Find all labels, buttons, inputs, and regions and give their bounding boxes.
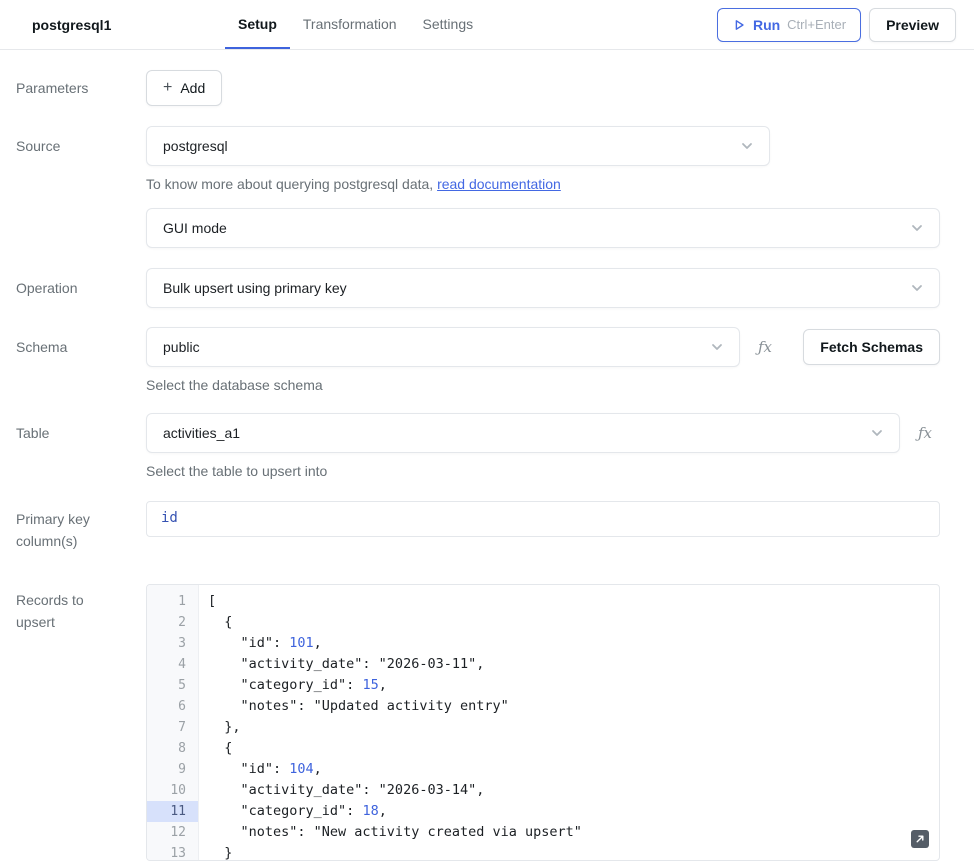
schema-helper-text: Select the database schema — [146, 377, 940, 393]
field-label-operation: Operation — [0, 268, 146, 308]
header-actions: Run Ctrl+Enter Preview — [717, 0, 956, 49]
code-line: "activity_date": "2026-03-11", — [208, 654, 939, 675]
editor-gutter: 12345678910111213 — [147, 585, 199, 860]
schema-select[interactable]: public — [146, 327, 740, 367]
line-number: 13 — [147, 843, 198, 861]
code-line: { — [208, 738, 939, 759]
mode-row-spacer — [0, 208, 146, 248]
code-line: { — [208, 612, 939, 633]
table-helper-text: Select the table to upsert into — [146, 463, 940, 479]
code-line: } — [208, 843, 939, 861]
fx-toggle-icon[interactable]: ƒx — [918, 424, 932, 442]
code-line: "id": 101, — [208, 633, 939, 654]
source-select-value: postgresql — [163, 138, 228, 154]
code-line: "id": 104, — [208, 759, 939, 780]
mode-row: GUI mode — [0, 208, 974, 248]
query-setup-panel: Parameters + Add Source postgresql To kn… — [0, 50, 974, 861]
primary-key-input[interactable]: id — [146, 501, 940, 537]
code-line: "notes": "Updated activity entry" — [208, 696, 939, 717]
parameters-row: Parameters + Add — [0, 70, 974, 106]
fetch-schemas-button[interactable]: Fetch Schemas — [803, 329, 940, 365]
source-select[interactable]: postgresql — [146, 126, 770, 166]
tab-bar: Setup Transformation Settings — [225, 0, 486, 49]
run-shortcut: Ctrl+Enter — [787, 17, 846, 32]
run-button[interactable]: Run Ctrl+Enter — [717, 8, 861, 42]
code-line: }, — [208, 717, 939, 738]
operation-select[interactable]: Bulk upsert using primary key — [146, 268, 940, 308]
field-label-records: Records to upsert — [0, 584, 146, 861]
line-number: 9 — [147, 759, 198, 780]
chevron-down-icon — [909, 220, 925, 236]
line-number: 12 — [147, 822, 198, 843]
editor-code[interactable]: [ { "id": 101, "activity_date": "2026-03… — [199, 585, 939, 860]
code-line: "category_id": 15, — [208, 675, 939, 696]
tab-setup[interactable]: Setup — [225, 0, 290, 49]
line-number: 3 — [147, 633, 198, 654]
line-number: 2 — [147, 612, 198, 633]
chevron-down-icon — [739, 138, 755, 154]
fx-toggle-icon[interactable]: ƒx — [758, 338, 772, 356]
line-number: 4 — [147, 654, 198, 675]
expand-editor-button[interactable] — [911, 830, 929, 848]
mode-select-value: GUI mode — [163, 220, 227, 236]
add-parameter-button[interactable]: + Add — [146, 70, 222, 106]
line-number: 11 — [147, 801, 198, 822]
schema-row: Schema public ƒx Fetch Schemas Select th… — [0, 327, 974, 393]
plus-icon: + — [163, 80, 172, 96]
code-line: "category_id": 18, — [208, 801, 939, 822]
table-select-value: activities_a1 — [163, 425, 240, 441]
operation-row: Operation Bulk upsert using primary key — [0, 268, 974, 308]
field-label-schema: Schema — [0, 327, 146, 393]
table-select[interactable]: activities_a1 — [146, 413, 900, 453]
field-label-table: Table — [0, 413, 146, 479]
schema-select-value: public — [163, 339, 200, 355]
field-label-primary-key: Primary key column(s) — [0, 501, 146, 552]
primary-key-row: Primary key column(s) id — [0, 501, 974, 552]
query-header: postgresql1 Setup Transformation Setting… — [0, 0, 974, 50]
mode-select[interactable]: GUI mode — [146, 208, 940, 248]
code-line: "notes": "New activity created via upser… — [208, 822, 939, 843]
source-row: Source postgresql To know more about que… — [0, 126, 974, 192]
source-helper-text: To know more about querying postgresql d… — [146, 176, 940, 192]
records-code-editor[interactable]: 12345678910111213 [ { "id": 101, "activi… — [146, 584, 940, 861]
table-row: Table activities_a1 ƒx Select the table … — [0, 413, 974, 479]
line-number: 7 — [147, 717, 198, 738]
line-number: 10 — [147, 780, 198, 801]
code-line: "activity_date": "2026-03-14", — [208, 780, 939, 801]
line-number: 5 — [147, 675, 198, 696]
line-number: 1 — [147, 591, 198, 612]
run-button-label: Run — [753, 17, 780, 33]
line-number: 8 — [147, 738, 198, 759]
line-number: 6 — [147, 696, 198, 717]
add-parameter-label: Add — [180, 80, 205, 96]
read-documentation-link[interactable]: read documentation — [437, 176, 561, 192]
records-row: Records to upsert 12345678910111213 [ { … — [0, 584, 974, 861]
chevron-down-icon — [869, 425, 885, 441]
query-title: postgresql1 — [32, 0, 225, 49]
source-helper-prefix: To know more about querying postgresql d… — [146, 176, 437, 192]
play-icon — [732, 18, 746, 32]
code-line: [ — [208, 591, 939, 612]
chevron-down-icon — [909, 280, 925, 296]
preview-button[interactable]: Preview — [869, 8, 956, 42]
tab-transformation[interactable]: Transformation — [290, 0, 410, 49]
field-label-parameters: Parameters — [0, 70, 146, 106]
tab-settings[interactable]: Settings — [410, 0, 487, 49]
chevron-down-icon — [709, 339, 725, 355]
field-label-source: Source — [0, 126, 146, 192]
operation-select-value: Bulk upsert using primary key — [163, 280, 347, 296]
